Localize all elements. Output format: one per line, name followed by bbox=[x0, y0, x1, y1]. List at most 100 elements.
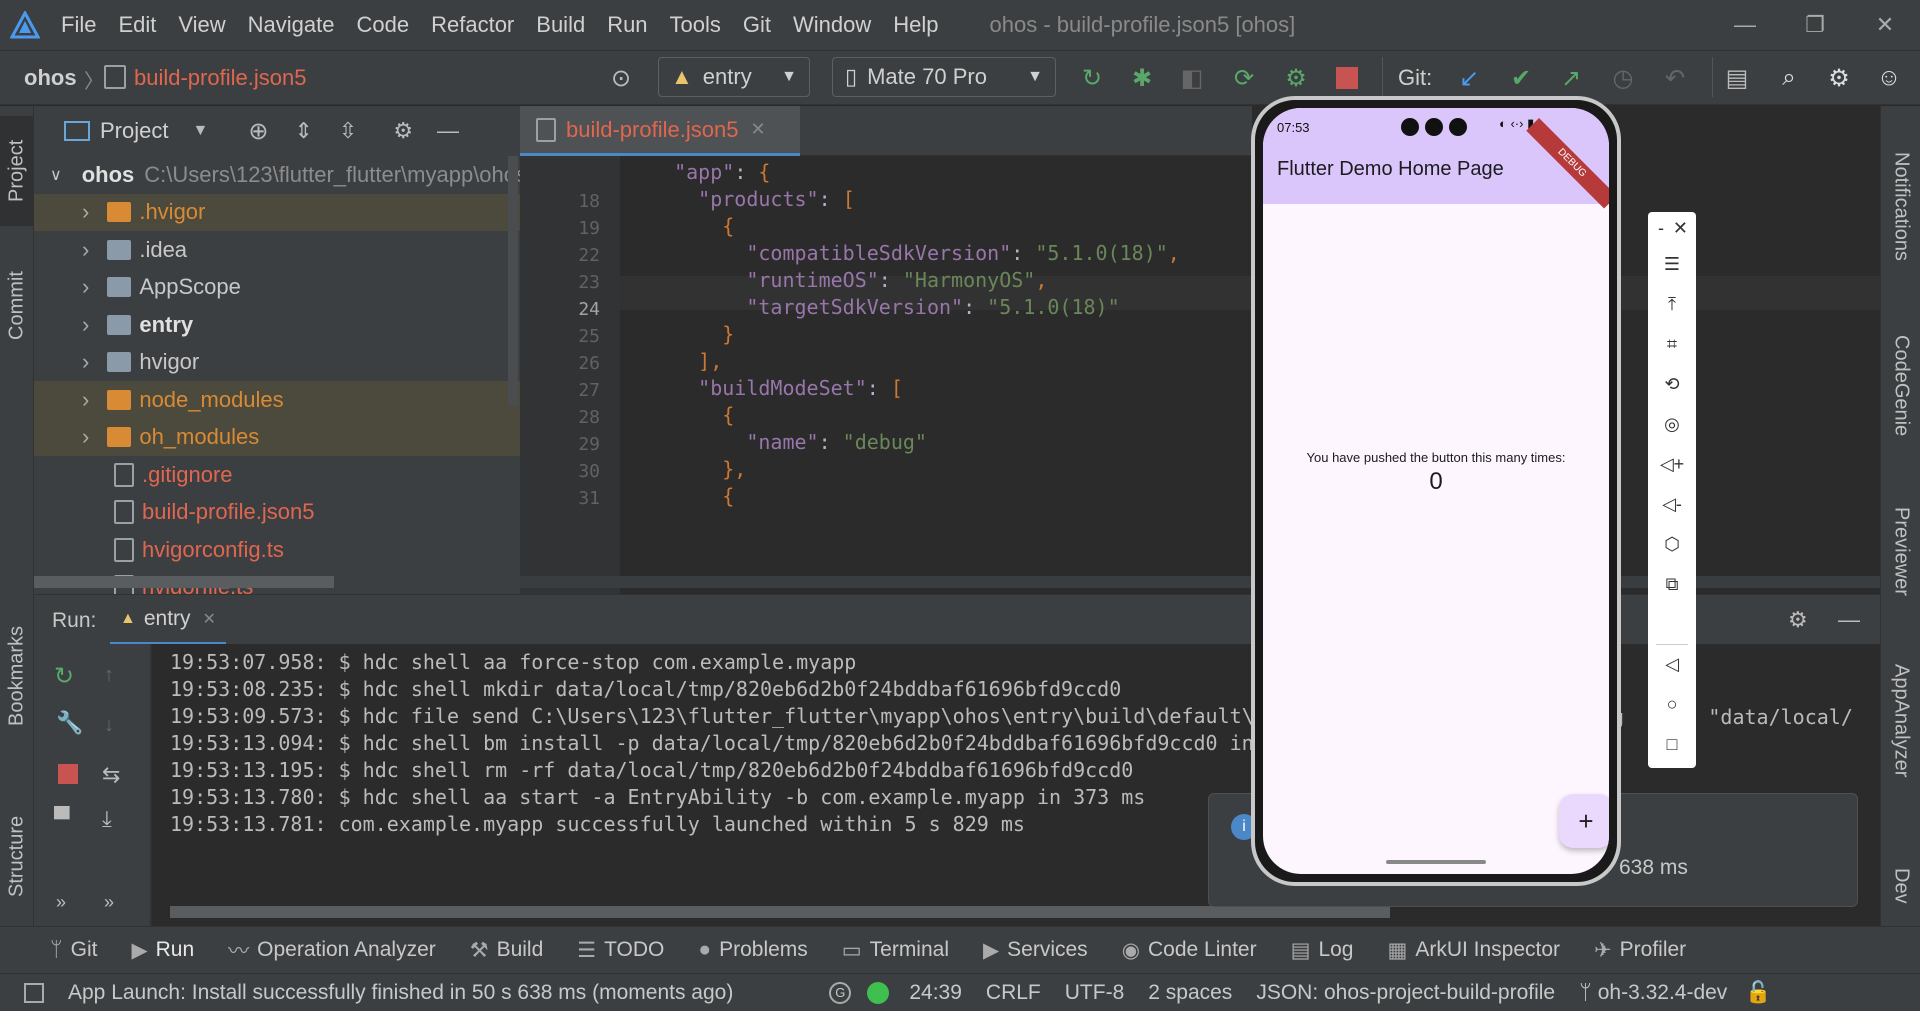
more-icon[interactable]: » bbox=[56, 892, 66, 913]
tab-run-entry[interactable]: ▲ entry ✕ bbox=[110, 595, 226, 645]
tree-item[interactable]: › oh_modules bbox=[34, 418, 520, 456]
horizontal-scrollbar[interactable] bbox=[170, 906, 1390, 918]
menu-icon[interactable]: ☰ bbox=[1648, 254, 1696, 275]
tool-window-log[interactable]: ▤ Log bbox=[1291, 938, 1354, 963]
git-push-icon[interactable]: ↗ bbox=[1556, 63, 1586, 93]
chevron-right-icon[interactable]: › bbox=[82, 274, 89, 300]
pin-top-icon[interactable]: ⤒ bbox=[1648, 294, 1696, 315]
tree-item[interactable]: › .idea bbox=[34, 231, 520, 269]
emulator-close-icon[interactable]: ✕ bbox=[1648, 218, 1696, 239]
collapse-all-icon[interactable]: ⇳ bbox=[339, 118, 357, 144]
structure-tool-tab[interactable]: Structure bbox=[0, 786, 34, 926]
codegenie-tool-tab[interactable]: CodeGenie bbox=[1881, 316, 1920, 456]
tool-window-code-linter[interactable]: ◉ Code Linter bbox=[1122, 938, 1257, 963]
tree-item[interactable]: › hvigor bbox=[34, 344, 520, 382]
home-icon[interactable]: ○ bbox=[1648, 694, 1696, 715]
locate-file-icon[interactable]: ⊕ bbox=[248, 117, 268, 146]
close-tab-icon[interactable]: ✕ bbox=[750, 119, 765, 140]
menu-item[interactable]: Navigate bbox=[237, 12, 346, 38]
record-icon[interactable]: ◎ bbox=[1648, 414, 1696, 435]
target-icon[interactable]: ⊙ bbox=[606, 63, 636, 93]
menu-item[interactable]: Refactor bbox=[420, 12, 525, 38]
project-structure-icon[interactable]: ▤ bbox=[1722, 63, 1752, 93]
breadcrumb-file[interactable]: build-profile.json5 bbox=[134, 65, 306, 91]
previewer-tool-tab[interactable]: Previewer bbox=[1881, 486, 1920, 616]
home-indicator[interactable] bbox=[1386, 860, 1486, 864]
hide-panel-icon[interactable]: — bbox=[437, 118, 459, 144]
tool-window-arkui-inspector[interactable]: ▦ ArkUI Inspector bbox=[1387, 938, 1560, 963]
wrench-icon[interactable]: 🔧 bbox=[56, 710, 83, 736]
minimize-icon[interactable]: — bbox=[1710, 0, 1780, 50]
scroll-up-icon[interactable]: ↑ bbox=[104, 664, 114, 687]
git-update-icon[interactable]: ↙ bbox=[1454, 63, 1484, 93]
git-rollback-icon[interactable]: ↶ bbox=[1660, 63, 1690, 93]
settings-gear-icon[interactable]: ⚙ bbox=[1824, 63, 1854, 93]
layout-icon[interactable]: ▀ bbox=[54, 806, 70, 832]
chevron-right-icon[interactable]: › bbox=[82, 424, 89, 450]
bookmarks-tool-tab[interactable]: Bookmarks bbox=[0, 606, 34, 746]
line-separator[interactable]: CRLF bbox=[986, 981, 1041, 1005]
close-icon[interactable]: ✕ bbox=[1850, 0, 1920, 50]
device-select[interactable]: ▯ Mate 70 Pro ▼ bbox=[832, 57, 1056, 97]
run-settings-gear-icon[interactable]: ⚙ bbox=[1788, 607, 1808, 633]
more-icon[interactable]: » bbox=[104, 892, 114, 913]
stop-icon[interactable] bbox=[1336, 67, 1358, 89]
tree-root[interactable]: ∨ ohos C:\Users\123\flutter_flutter\myap… bbox=[34, 156, 520, 194]
caret-position[interactable]: 24:39 bbox=[909, 981, 962, 1005]
chevron-right-icon[interactable]: › bbox=[82, 237, 89, 263]
phone-screen[interactable]: 07:53 ◐ ‹·› ▮ DEBUG Flutter Demo Home Pa… bbox=[1263, 108, 1609, 874]
tool-window-todo[interactable]: ☰ TODO bbox=[577, 938, 664, 963]
codegenie-status-icon[interactable]: G bbox=[829, 981, 852, 1004]
project-view-select[interactable]: Project bbox=[100, 118, 168, 144]
profile-icon[interactable]: ⚙ bbox=[1281, 63, 1311, 93]
chevron-right-icon[interactable]: › bbox=[82, 312, 89, 338]
debug-bug-icon[interactable]: ✱ bbox=[1127, 63, 1157, 93]
tab-build-profile[interactable]: build-profile.json5 ✕ bbox=[520, 106, 800, 156]
account-icon[interactable]: ☺ bbox=[1874, 63, 1904, 93]
project-tool-tab[interactable]: Project bbox=[0, 116, 34, 226]
search-icon[interactable]: ⌕ bbox=[1774, 63, 1804, 93]
tree-item[interactable]: hvigorconfig.ts bbox=[34, 531, 520, 569]
rotate-icon[interactable]: ⟲ bbox=[1648, 374, 1696, 395]
back-icon[interactable]: ◁ bbox=[1648, 654, 1696, 675]
tree-item[interactable]: › entry bbox=[34, 306, 520, 344]
fold-icon[interactable]: ⬡ bbox=[1648, 534, 1696, 555]
scroll-to-end-icon[interactable]: ⤓ bbox=[102, 806, 112, 832]
breadcrumb-root[interactable]: ohos bbox=[24, 65, 77, 91]
rerun-icon[interactable]: ↻ bbox=[54, 662, 74, 691]
hide-panel-icon[interactable]: — bbox=[1838, 607, 1860, 633]
appanalyzer-tool-tab[interactable]: AppAnalyzer bbox=[1881, 646, 1920, 796]
json-schema[interactable]: JSON: ohos-project-build-profile bbox=[1256, 981, 1555, 1005]
tool-window-run[interactable]: ▶ Run bbox=[131, 938, 194, 963]
soft-wrap-icon[interactable]: ⇆ bbox=[102, 762, 120, 788]
chevron-right-icon[interactable]: › bbox=[82, 199, 89, 225]
lock-icon[interactable]: 🔓 bbox=[1745, 981, 1771, 1005]
volume-down-icon[interactable]: ◁- bbox=[1648, 494, 1696, 515]
close-tab-icon[interactable]: ✕ bbox=[203, 609, 216, 629]
scroll-down-icon[interactable]: ↓ bbox=[104, 714, 114, 737]
menu-item[interactable]: Tools bbox=[659, 12, 732, 38]
menu-item[interactable]: File bbox=[50, 12, 107, 38]
vertical-scrollbar[interactable] bbox=[508, 156, 518, 406]
expand-all-icon[interactable]: ⇕ bbox=[294, 118, 312, 144]
multi-screen-icon[interactable]: ⧉ bbox=[1648, 574, 1696, 595]
tool-window-services[interactable]: ▶ Services bbox=[983, 938, 1088, 963]
menu-item[interactable]: Code bbox=[346, 12, 421, 38]
menu-item[interactable]: Help bbox=[882, 12, 949, 38]
rerun-icon[interactable]: ↻ bbox=[1077, 63, 1107, 93]
increment-fab[interactable]: + bbox=[1559, 794, 1609, 848]
options-gear-icon[interactable]: ⚙ bbox=[393, 118, 413, 144]
deveco-tool-tab[interactable]: Dev bbox=[1881, 846, 1920, 926]
indent-setting[interactable]: 2 spaces bbox=[1148, 981, 1232, 1005]
menu-item[interactable]: View bbox=[167, 12, 236, 38]
menu-item[interactable]: Git bbox=[732, 12, 782, 38]
volume-up-icon[interactable]: ◁+ bbox=[1648, 454, 1696, 475]
tool-window-build[interactable]: ⚒ Build bbox=[470, 938, 544, 963]
restore-icon[interactable]: ❐ bbox=[1780, 0, 1850, 50]
git-branch[interactable]: oh-3.32.4-dev bbox=[1598, 981, 1728, 1005]
commit-tool-tab[interactable]: Commit bbox=[0, 246, 34, 366]
tool-window-terminal[interactable]: ▭ Terminal bbox=[842, 938, 949, 963]
tool-window-problems[interactable]: ● Problems bbox=[698, 938, 807, 962]
recents-icon[interactable]: □ bbox=[1648, 734, 1696, 755]
tree-item[interactable]: .gitignore bbox=[34, 456, 520, 494]
